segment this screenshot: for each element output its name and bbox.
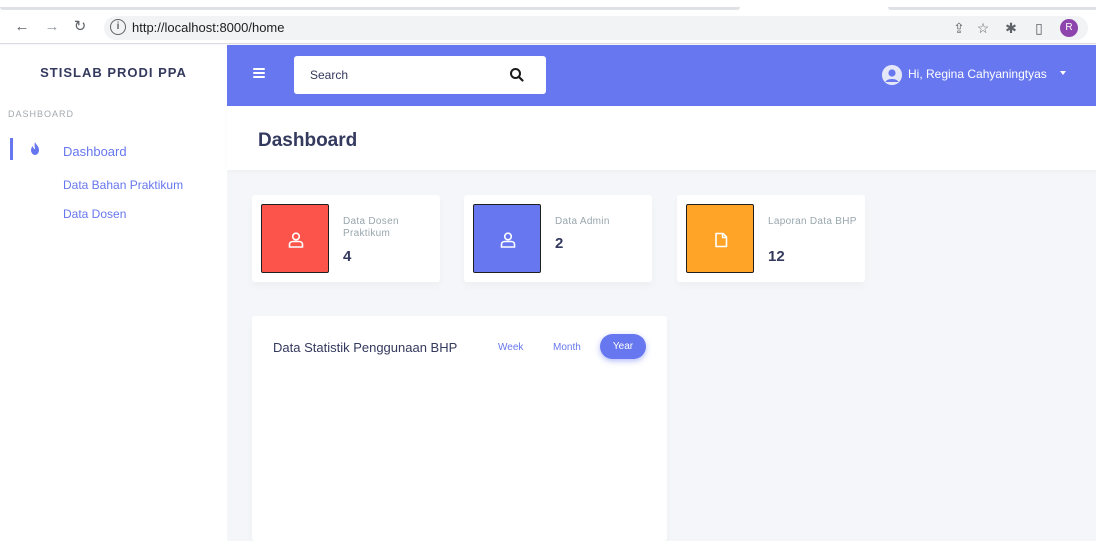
user-avatar[interactable] (882, 65, 902, 85)
search-input[interactable] (294, 56, 504, 94)
search-box (294, 56, 546, 94)
topbar: Hi, Regina Cahyaningtyas (227, 45, 1096, 106)
sidebar-item-data-bahan-praktikum[interactable]: Data Bahan Praktikum (63, 178, 183, 192)
tab-year[interactable]: Year (600, 334, 646, 359)
hamburger-menu-icon[interactable] (253, 68, 265, 78)
sidebar-menu-header: DASHBOARD (8, 109, 75, 119)
caret-down-icon[interactable] (1060, 71, 1066, 75)
profile-avatar[interactable]: R (1060, 19, 1078, 37)
share-icon[interactable]: ⇪ (950, 19, 968, 37)
reload-icon[interactable]: ↻ (70, 17, 90, 37)
sidepanel-icon[interactable]: ▯ (1030, 19, 1048, 37)
fire-icon (31, 142, 39, 155)
url-text[interactable]: http://localhost:8000/home (132, 19, 285, 37)
avatar-icon (882, 65, 902, 85)
search-icon[interactable] (508, 66, 526, 84)
star-icon[interactable]: ☆ (974, 19, 992, 37)
user-icon (500, 232, 516, 248)
tab-month[interactable]: Month (553, 342, 581, 353)
stat-icon-box (261, 204, 329, 273)
info-icon[interactable]: i (110, 19, 126, 35)
statistic-card: Data Statistik Penggunaan BHP Week Month… (252, 316, 667, 541)
extensions-icon[interactable]: ✱ (1002, 19, 1020, 37)
sidebar: STISLAB PRODI PPA DASHBOARD Dashboard Da… (0, 45, 227, 541)
sidebar-item-dashboard[interactable]: Dashboard (63, 144, 127, 159)
stat-value: 4 (343, 248, 352, 265)
sidebar-brand[interactable]: STISLAB PRODI PPA (0, 65, 227, 80)
stat-icon-box (686, 204, 754, 273)
file-icon (715, 232, 728, 248)
user-icon (288, 232, 304, 248)
back-arrow-icon[interactable]: ← (12, 17, 32, 37)
stat-label: Data Admin (555, 216, 610, 227)
active-indicator (10, 138, 13, 160)
stat-label: Data Dosen Praktikum (343, 216, 399, 239)
section-header: Dashboard (227, 106, 1096, 170)
page-title: Dashboard (258, 130, 358, 151)
statistic-title: Data Statistik Penggunaan BHP (273, 340, 458, 355)
browser-chrome: ← → ↻ i http://localhost:8000/home ⇪ ☆ ✱… (0, 0, 1096, 44)
stat-value: 2 (555, 235, 564, 252)
forward-arrow-icon[interactable]: → (42, 17, 62, 37)
stat-card-dosen: Data Dosen Praktikum 4 (252, 195, 440, 282)
browser-tab[interactable] (0, 7, 740, 10)
tab-strip (0, 0, 1096, 10)
browser-tab[interactable] (888, 7, 1096, 10)
stat-value: 12 (768, 248, 785, 265)
tab-week[interactable]: Week (498, 342, 523, 353)
stat-card-admin: Data Admin 2 (464, 195, 652, 282)
stat-icon-box (473, 204, 541, 273)
sidebar-item-data-dosen[interactable]: Data Dosen (63, 207, 126, 221)
stat-label: Laporan Data BHP (768, 216, 857, 227)
stat-card-laporan: Laporan Data BHP 12 (677, 195, 865, 282)
user-greeting[interactable]: Hi, Regina Cahyaningtyas (908, 67, 1047, 81)
